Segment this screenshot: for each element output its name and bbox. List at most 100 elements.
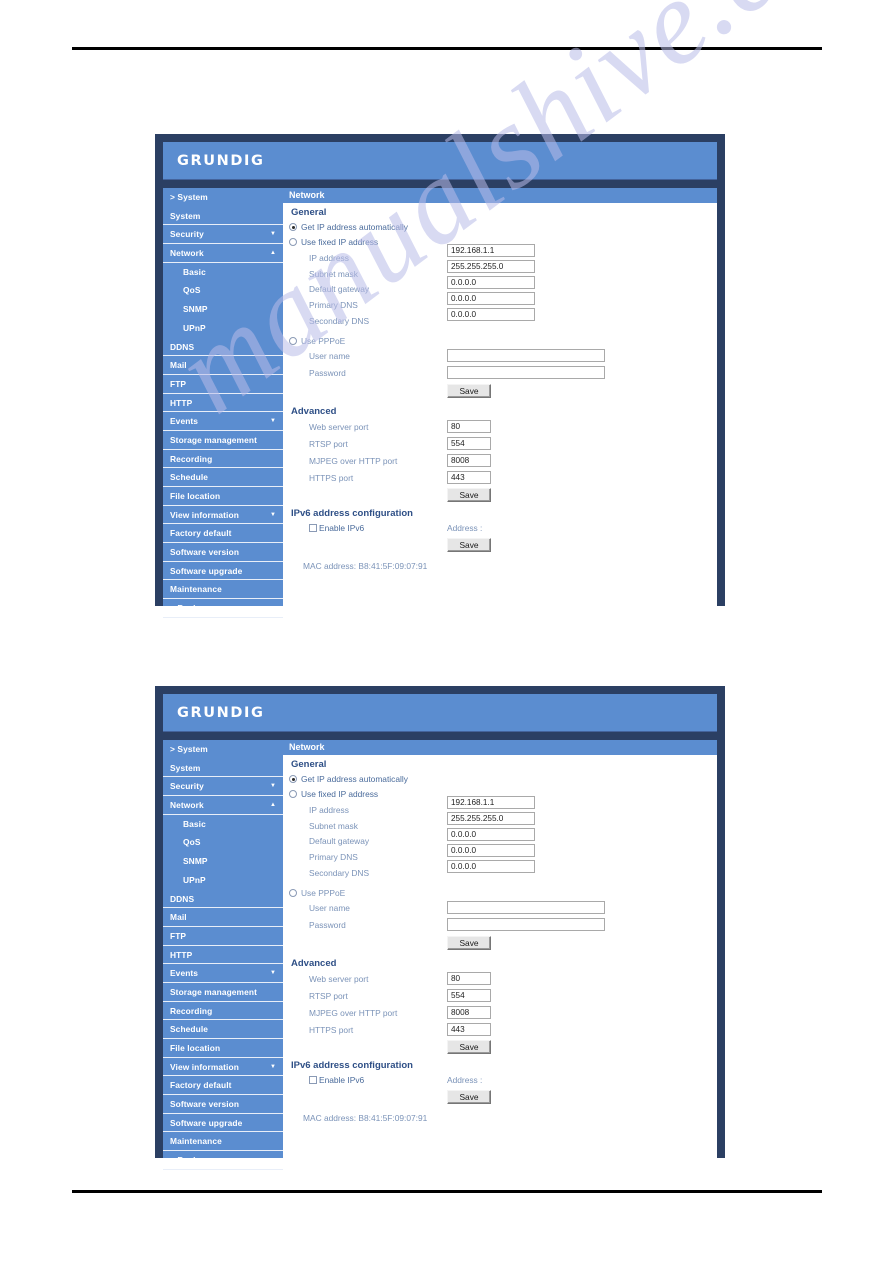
input-subnet-mask[interactable]: 255.255.255.0 (447, 812, 535, 825)
sidebar-item-software-version[interactable]: Software version (163, 1095, 283, 1114)
label-use-pppoe: Use PPPoE (301, 888, 346, 898)
sidebar-item-ddns[interactable]: DDNS (163, 890, 283, 909)
chevron-down-icon[interactable]: ▼ (270, 225, 276, 244)
chevron-down-icon[interactable]: ▼ (270, 1058, 276, 1077)
radio-use-fixed-ip[interactable] (289, 238, 297, 246)
save-button-advanced[interactable]: Save (447, 488, 491, 502)
sidebar-item-maintenance[interactable]: Maintenance (163, 580, 283, 600)
input-subnet-mask[interactable]: 255.255.255.0 (447, 260, 535, 273)
save-button-ipv6[interactable]: Save (447, 1090, 491, 1104)
input-rtsp-port[interactable]: 554 (447, 989, 491, 1002)
sidebar-item-events[interactable]: Events ▼ (163, 964, 283, 983)
sidebar-item-storage-management[interactable]: Storage management (163, 431, 283, 450)
sidebar-item-recording[interactable]: Recording (163, 1002, 283, 1021)
sidebar-item-events[interactable]: Events ▼ (163, 412, 283, 431)
sidebar-item-recording[interactable]: Recording (163, 450, 283, 469)
sidebar-item-network[interactable]: Network ▲ (163, 244, 283, 263)
chevron-down-icon[interactable]: ▼ (270, 964, 276, 983)
content-area: Network General Get IP address automatical… (283, 188, 717, 606)
save-button-ipv6[interactable]: Save (447, 538, 491, 552)
sidebar-item-view-information[interactable]: View information ▼ (163, 1058, 283, 1077)
save-button-general[interactable]: Save (447, 384, 491, 398)
input-web-server-port[interactable]: 80 (447, 972, 491, 985)
label-https-port: HTTPS port (309, 1025, 354, 1035)
checkbox-enable-ipv6[interactable] (309, 1076, 317, 1084)
input-pppoe-user-name[interactable] (447, 349, 605, 362)
sidebar-item-http[interactable]: HTTP (163, 946, 283, 965)
input-primary-dns[interactable]: 0.0.0.0 (447, 844, 535, 857)
sidebar-item-storage-management[interactable]: Storage management (163, 983, 283, 1002)
radio-get-ip-auto[interactable] (289, 775, 297, 783)
sidebar-item-label: Events (170, 416, 199, 427)
input-primary-dns[interactable]: 0.0.0.0 (447, 292, 535, 305)
sidebar-item-view-information[interactable]: View information ▼ (163, 506, 283, 525)
sidebar-item-ftp[interactable]: FTP (163, 375, 283, 394)
input-https-port[interactable]: 443 (447, 1023, 491, 1036)
input-https-port[interactable]: 443 (447, 471, 491, 484)
sidebar-item-schedule[interactable]: Schedule (163, 468, 283, 487)
sidebar-item-label: SNMP (183, 856, 208, 867)
input-pppoe-password[interactable] (447, 918, 605, 931)
sidebar-item-basic[interactable]: Basic (163, 263, 283, 282)
sidebar-item-factory-default[interactable]: Factory default (163, 1076, 283, 1096)
radio-get-ip-auto[interactable] (289, 223, 297, 231)
input-pppoe-password[interactable] (447, 366, 605, 379)
sidebar-item-mail[interactable]: Mail (163, 356, 283, 375)
radio-use-pppoe[interactable] (289, 889, 297, 897)
sidebar-item-ftp[interactable]: FTP (163, 927, 283, 946)
sidebar-item-mail[interactable]: Mail (163, 908, 283, 927)
sidebar-item-maintenance[interactable]: Maintenance (163, 1132, 283, 1152)
input-ip-address[interactable]: 192.168.1.1 (447, 796, 535, 809)
sidebar-item-software-version[interactable]: Software version (163, 543, 283, 562)
chevron-down-icon[interactable]: ▼ (270, 412, 276, 431)
input-secondary-dns[interactable]: 0.0.0.0 (447, 860, 535, 873)
input-default-gateway[interactable]: 0.0.0.0 (447, 828, 535, 841)
chevron-down-icon[interactable]: ▼ (270, 506, 276, 525)
sidebar-item-system[interactable]: System (163, 759, 283, 778)
sidebar-item-label: Basic (183, 266, 206, 277)
radio-use-pppoe[interactable] (289, 337, 297, 345)
sidebar-item-software-upgrade[interactable]: Software upgrade (163, 1114, 283, 1133)
label-secondary-dns: Secondary DNS (309, 868, 370, 878)
sidebar-item-label: < Back (170, 1155, 198, 1166)
sidebar-item-label: File location (170, 491, 221, 501)
radio-use-fixed-ip[interactable] (289, 790, 297, 798)
sidebar-item-system[interactable]: > System (163, 188, 283, 207)
sidebar-item-back[interactable]: < Back (163, 1151, 283, 1170)
sidebar-item-system[interactable]: System (163, 207, 283, 226)
input-web-server-port[interactable]: 80 (447, 420, 491, 433)
sidebar-item-software-upgrade[interactable]: Software upgrade (163, 562, 283, 581)
sidebar-item-ddns[interactable]: DDNS (163, 338, 283, 357)
input-secondary-dns[interactable]: 0.0.0.0 (447, 308, 535, 321)
sidebar-item-back[interactable]: < Back (163, 599, 283, 618)
sidebar-item-network[interactable]: Network ▲ (163, 796, 283, 815)
sidebar-item-label: Events (170, 968, 199, 979)
sidebar-item-snmp[interactable]: SNMP (163, 852, 283, 871)
input-mjpeg-over-http-port[interactable]: 8008 (447, 1006, 491, 1019)
sidebar-item-security[interactable]: Security ▼ (163, 225, 283, 245)
checkbox-enable-ipv6[interactable] (309, 524, 317, 532)
sidebar-item-system[interactable]: > System (163, 740, 283, 759)
sidebar-item-basic[interactable]: Basic (163, 815, 283, 834)
sidebar-item-file-location[interactable]: File location (163, 1039, 283, 1058)
chevron-down-icon[interactable]: ▼ (270, 777, 276, 796)
chevron-up-icon[interactable]: ▲ (270, 244, 276, 263)
sidebar-item-qos[interactable]: QoS (163, 281, 283, 300)
chevron-up-icon[interactable]: ▲ (270, 796, 276, 815)
sidebar-item-snmp[interactable]: SNMP (163, 300, 283, 319)
save-button-general[interactable]: Save (447, 936, 491, 950)
sidebar-item-schedule[interactable]: Schedule (163, 1020, 283, 1039)
input-mjpeg-over-http-port[interactable]: 8008 (447, 454, 491, 467)
sidebar-item-factory-default[interactable]: Factory default (163, 524, 283, 544)
sidebar-item-qos[interactable]: QoS (163, 833, 283, 852)
input-pppoe-user-name[interactable] (447, 901, 605, 914)
sidebar-item-file-location[interactable]: File location (163, 487, 283, 506)
sidebar-item-security[interactable]: Security ▼ (163, 777, 283, 797)
save-button-advanced[interactable]: Save (447, 1040, 491, 1054)
input-ip-address[interactable]: 192.168.1.1 (447, 244, 535, 257)
sidebar-item-upnp[interactable]: UPnP (163, 319, 283, 338)
input-rtsp-port[interactable]: 554 (447, 437, 491, 450)
input-default-gateway[interactable]: 0.0.0.0 (447, 276, 535, 289)
sidebar-item-http[interactable]: HTTP (163, 394, 283, 413)
sidebar-item-upnp[interactable]: UPnP (163, 871, 283, 890)
